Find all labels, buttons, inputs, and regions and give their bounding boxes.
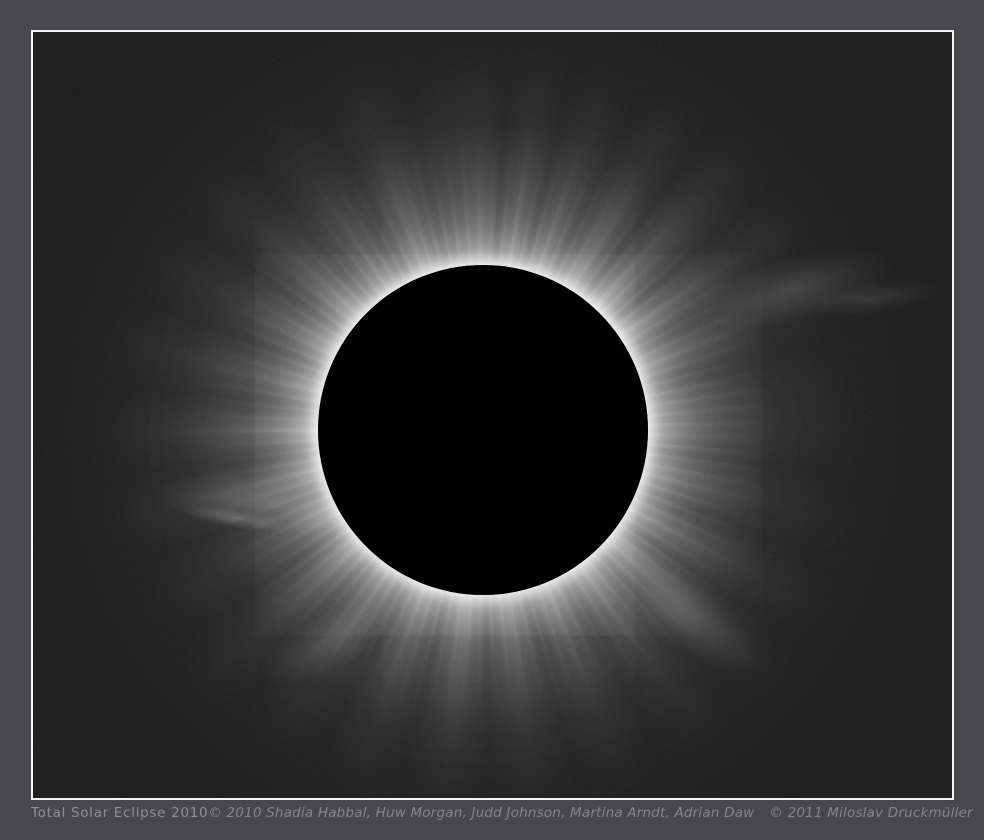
page-background: Total Solar Eclipse 2010 © 2010 Shadia H… [0,0,984,840]
moon-disc [318,265,648,595]
caption-credit-2011: © 2011 Miloslav Druckmüller [769,805,972,821]
caption-title: Total Solar Eclipse 2010 [31,805,208,821]
caption-bar: Total Solar Eclipse 2010 © 2010 Shadia H… [31,805,954,821]
caption-credits: © 2010 Shadia Habbal, Huw Morgan, Judd J… [208,805,972,821]
caption-credit-2010: © 2010 Shadia Habbal, Huw Morgan, Judd J… [208,805,754,821]
eclipse-photograph [31,30,954,800]
